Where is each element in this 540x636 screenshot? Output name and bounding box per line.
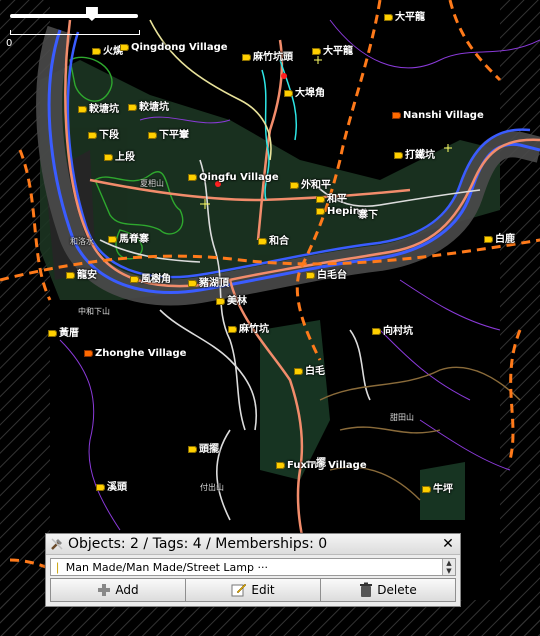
place-label[interactable]: 風樹角 — [130, 270, 171, 285]
place-label[interactable]: 馬脊寨 — [108, 230, 149, 245]
place-label[interactable]: 大平龍 — [312, 42, 353, 57]
trash-icon — [360, 582, 373, 597]
place-label[interactable]: 美林 — [216, 292, 247, 307]
place-flag-icon — [228, 325, 237, 333]
properties-dialog[interactable]: Objects: 2 / Tags: 4 / Memberships: 0 ✕ … — [45, 533, 461, 607]
place-flag-icon — [284, 89, 293, 97]
place-label[interactable]: 打鐵坑 — [394, 146, 435, 161]
peak-label: 夏相山 — [140, 179, 164, 188]
edit-button[interactable]: Edit — [185, 578, 321, 602]
place-flag-icon — [108, 235, 117, 243]
place-flag-icon — [66, 271, 75, 279]
place-label[interactable]: Nanshi Village — [392, 110, 484, 121]
peak-label: 中和下山 — [78, 307, 110, 316]
place-label[interactable]: 黃厝 — [48, 324, 79, 339]
add-button[interactable]: Add — [50, 578, 186, 602]
place-label[interactable]: 白毛 — [294, 362, 325, 377]
zoom-slider[interactable]: 0 — [4, 4, 144, 52]
place-flag-icon — [316, 195, 325, 203]
place-flag-icon — [96, 483, 105, 491]
place-label[interactable]: 外和平 — [290, 176, 331, 191]
selected-node[interactable] — [281, 73, 287, 79]
place-flag-icon — [484, 235, 493, 243]
place-flag-icon — [276, 461, 285, 469]
hatched-area-right — [500, 0, 540, 636]
place-flag-icon — [78, 105, 87, 113]
place-label[interactable]: 大埠角 — [284, 84, 325, 99]
place-label[interactable]: 白鹿 — [484, 230, 515, 245]
place-flag-icon — [306, 271, 315, 279]
place-label[interactable]: 和平 — [316, 190, 347, 205]
place-flag-icon — [290, 181, 299, 189]
place-label[interactable]: 較塘坑 — [128, 98, 169, 113]
place-flag-icon — [48, 329, 57, 337]
place-label[interactable]: 下段 — [88, 126, 119, 141]
place-label[interactable]: 寨下 — [358, 206, 378, 221]
place-label[interactable]: 一擺 — [306, 454, 326, 469]
place-label[interactable]: 牛坪 — [422, 480, 453, 495]
place-flag-icon — [216, 297, 225, 305]
place-flag-icon — [394, 151, 403, 159]
place-flag-icon — [258, 237, 267, 245]
object-list[interactable]: ❘ Man Made/Man Made/Street Lamp ··· ▲ ▼ — [50, 558, 456, 576]
tools-icon — [51, 538, 63, 550]
place-label[interactable]: 較塘坑 — [78, 100, 119, 115]
place-flag-icon — [128, 103, 137, 111]
place-label[interactable]: 麻竹坑頭 — [242, 48, 293, 63]
place-flag-icon — [188, 279, 197, 287]
zoom-thumb[interactable] — [85, 7, 98, 21]
place-label[interactable]: 麻竹坑 — [228, 320, 269, 335]
scale-bar — [10, 30, 140, 35]
place-flag-icon — [316, 207, 325, 215]
place-label[interactable]: 上段 — [104, 148, 135, 163]
place-label[interactable]: 向村坑 — [372, 322, 413, 337]
place-flag-icon — [104, 153, 113, 161]
plus-icon — [98, 584, 111, 596]
list-scrollbar[interactable]: ▲ ▼ — [442, 559, 455, 575]
place-label[interactable]: 下平輋 — [148, 126, 189, 141]
delete-button[interactable]: Delete — [320, 578, 456, 602]
peak-label: 和洛水 — [70, 237, 94, 246]
place-label[interactable]: 和合 — [258, 232, 289, 247]
place-label[interactable]: 豬湖頂 — [188, 274, 229, 289]
edit-icon — [231, 583, 247, 597]
place-flag-icon — [294, 367, 303, 375]
place-label[interactable]: 大平龍 — [384, 8, 425, 23]
place-flag-icon — [422, 485, 431, 493]
dialog-title: Objects: 2 / Tags: 4 / Memberships: 0 — [68, 536, 328, 552]
zoom-track[interactable] — [10, 14, 138, 18]
place-flag-icon — [84, 349, 93, 357]
place-label[interactable]: 龍安 — [66, 266, 97, 281]
dialog-titlebar[interactable]: Objects: 2 / Tags: 4 / Memberships: 0 ✕ — [46, 534, 460, 555]
dialog-buttons: Add Edit Delete — [50, 578, 456, 602]
place-label[interactable]: 溪頭 — [96, 478, 127, 493]
place-label[interactable]: Qingfu Village — [188, 172, 279, 183]
place-flag-icon — [88, 131, 97, 139]
place-flag-icon — [148, 131, 157, 139]
list-item[interactable]: ❘ Man Made/Man Made/Street Lamp ··· — [51, 561, 442, 574]
place-flag-icon — [384, 13, 393, 21]
scale-zero-label: 0 — [6, 38, 13, 49]
place-flag-icon — [312, 47, 321, 55]
street-lamp-icon: ❘ — [53, 560, 63, 574]
close-button[interactable]: ✕ — [440, 536, 456, 552]
place-flag-icon — [130, 275, 139, 283]
place-label[interactable]: 白毛台 — [306, 266, 347, 281]
peak-label: 甜田山 — [390, 413, 414, 422]
place-flag-icon — [242, 53, 251, 61]
place-flag-icon — [392, 111, 401, 119]
place-flag-icon — [188, 445, 197, 453]
place-label[interactable]: Zhonghe Village — [84, 348, 186, 359]
place-label[interactable]: 頭擺 — [188, 440, 219, 455]
place-flag-icon — [188, 173, 197, 181]
place-flag-icon — [372, 327, 381, 335]
peak-label: 付出山 — [200, 483, 224, 492]
